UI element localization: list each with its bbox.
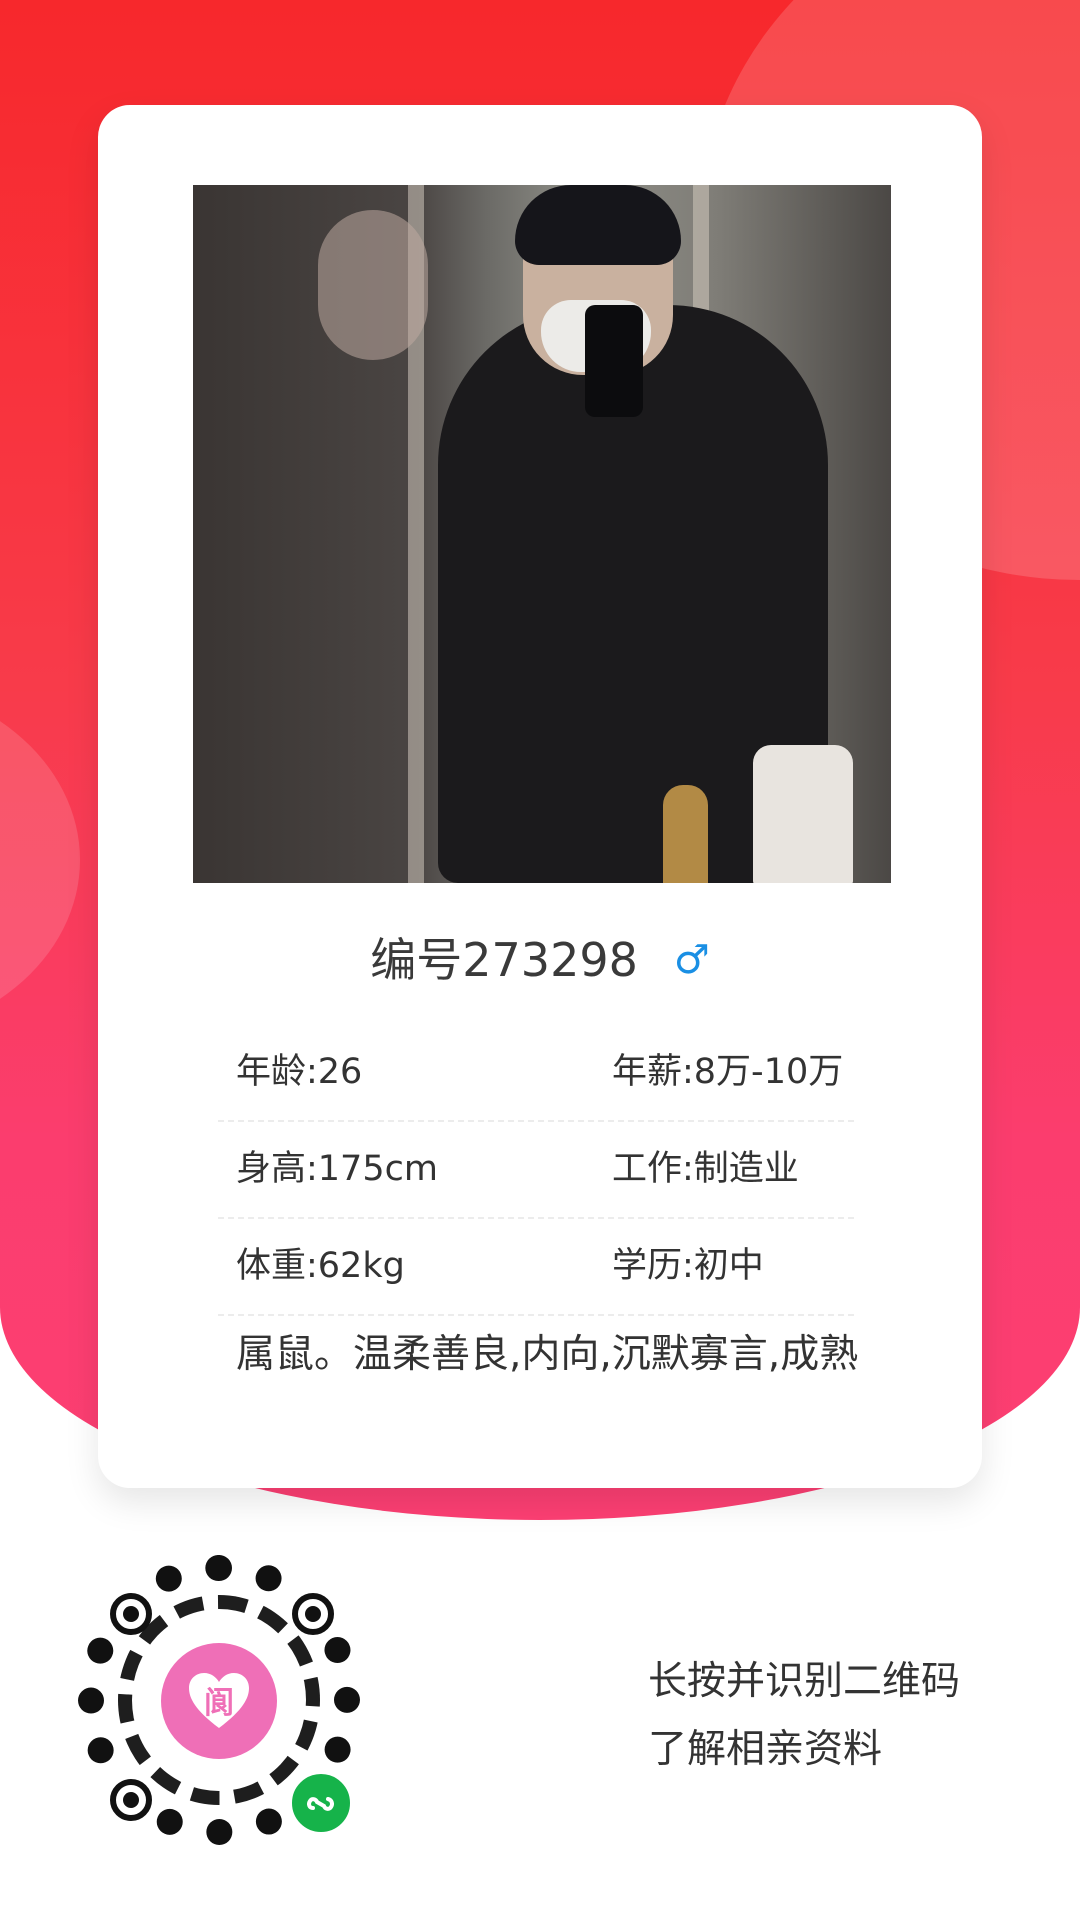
job-field: 工作:制造业 — [612, 1149, 799, 1189]
profile-photo[interactable] — [193, 185, 891, 883]
weight-field: 体重:62kg — [236, 1246, 405, 1286]
qr-finder-mark — [110, 1593, 152, 1635]
profile-description: 属鼠。温柔善良,内向,沉默寡言,成熟 — [236, 1332, 859, 1377]
heart-icon: 阆 — [187, 1672, 251, 1730]
profile-card: 编号273298 ♂ 年龄:26 年薪:8万-10万 身高:175cm 工作:制造… — [98, 105, 982, 1488]
info-row: 身高:175cm 工作:制造业 — [218, 1122, 854, 1219]
faucet — [663, 785, 708, 883]
bottle — [753, 745, 853, 883]
decorative-circle — [0, 680, 80, 1040]
person-hair — [515, 185, 681, 265]
qr-instruction-line: 了解相亲资料 — [648, 1727, 883, 1772]
qr-finder-mark — [110, 1779, 152, 1821]
logo-character: 阆 — [204, 1686, 234, 1721]
info-row: 体重:62kg 学历:初中 — [218, 1219, 854, 1316]
education-field: 学历:初中 — [612, 1246, 764, 1286]
app-logo: 阆 — [161, 1643, 277, 1759]
male-icon: ♂ — [673, 937, 710, 983]
mirror-reflection — [318, 210, 428, 360]
age-field: 年龄:26 — [236, 1052, 363, 1092]
mini-program-icon — [288, 1770, 354, 1836]
profile-info-grid: 年龄:26 年薪:8万-10万 身高:175cm 工作:制造业 体重:62kg … — [218, 1025, 854, 1316]
profile-title-row: 编号273298 ♂ — [98, 925, 982, 995]
qr-code[interactable]: 阆 — [78, 1555, 360, 1845]
qr-finder-mark — [292, 1593, 334, 1635]
qr-instructions: 长按并识别二维码 了解相亲资料 — [648, 1648, 988, 1784]
profile-id-title: 编号273298 — [370, 933, 638, 987]
height-field: 身高:175cm — [236, 1149, 438, 1189]
phone — [585, 305, 643, 417]
salary-field: 年薪:8万-10万 — [612, 1052, 844, 1092]
info-row: 年龄:26 年薪:8万-10万 — [218, 1025, 854, 1122]
qr-instruction-line: 长按并识别二维码 — [648, 1659, 961, 1704]
